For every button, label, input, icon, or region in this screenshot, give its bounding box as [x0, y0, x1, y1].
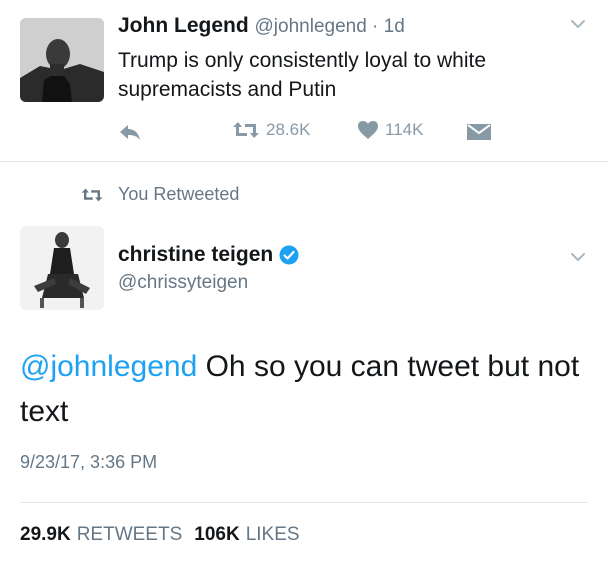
tweet-timestamp[interactable]: 9/23/17, 3:36 PM — [20, 452, 157, 473]
divider — [20, 502, 588, 503]
retweet-icon — [81, 188, 103, 201]
like-count: 114K — [385, 120, 424, 139]
chevron-down-icon[interactable] — [570, 16, 586, 32]
author-handle[interactable]: @johnlegend — [255, 16, 367, 37]
retweet-count: 28.6K — [266, 120, 311, 139]
verified-badge-icon — [279, 245, 299, 265]
retweet-button[interactable]: 28.6K — [232, 120, 310, 140]
author-handle[interactable]: @chrissyteigen — [118, 272, 248, 294]
likes-count: 106K — [194, 524, 240, 545]
avatar-image — [20, 226, 104, 310]
retweet-icon — [233, 122, 259, 138]
tweet2-author[interactable]: christine teigen — [118, 243, 299, 267]
john-legend-avatar[interactable] — [20, 18, 104, 102]
engagement-stats: 29.9K RETWEETS 106K LIKES — [20, 524, 300, 546]
envelope-icon — [467, 124, 491, 140]
likes-label: LIKES — [245, 524, 300, 545]
tweet2-text: @johnlegend Oh so you can tweet but not … — [20, 344, 590, 434]
chrissy-teigen-avatar[interactable] — [20, 226, 104, 310]
heart-icon — [358, 121, 378, 139]
author-name[interactable]: christine teigen — [118, 243, 273, 267]
tweet1-text: Trump is only consistently loyal to whit… — [118, 49, 487, 101]
retweets-stat[interactable]: 29.9K RETWEETS — [20, 524, 182, 546]
retweets-count: 29.9K — [20, 524, 71, 545]
likes-stat[interactable]: 106K LIKES — [194, 524, 299, 546]
mention-link[interactable]: @johnlegend — [20, 350, 197, 383]
direct-message-button[interactable] — [466, 122, 492, 142]
like-button[interactable]: 114K — [357, 120, 423, 140]
tweet1-header: John Legend @johnlegend · 1d — [118, 14, 405, 38]
you-retweeted-banner: You Retweeted — [80, 184, 239, 205]
avatar-image — [20, 18, 104, 102]
retweets-label: RETWEETS — [76, 524, 183, 545]
chevron-down-icon[interactable] — [570, 249, 586, 265]
reply-button[interactable] — [118, 123, 142, 141]
you-retweeted-label: You Retweeted — [118, 184, 240, 204]
reply-icon — [120, 125, 140, 140]
tweet-time[interactable]: 1d — [384, 16, 405, 37]
author-name[interactable]: John Legend — [118, 14, 249, 37]
time-separator: · — [366, 16, 384, 37]
divider — [0, 161, 608, 162]
